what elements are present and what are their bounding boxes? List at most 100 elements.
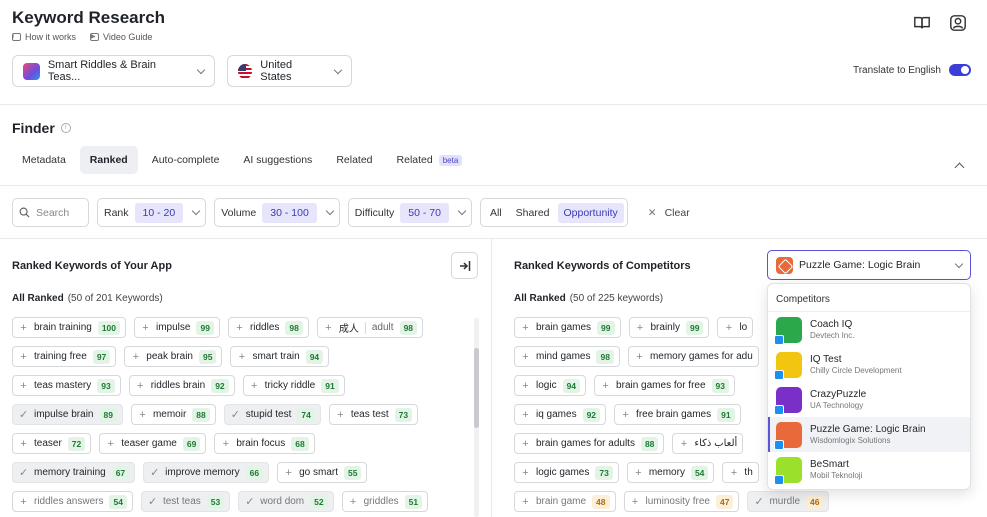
plus-icon: + (337, 408, 344, 421)
plus-icon: + (20, 321, 27, 334)
keyword-chip[interactable]: + luminosity free 47 (623, 491, 740, 512)
plus-icon: + (142, 321, 149, 334)
how-it-works-link[interactable]: i How it works (12, 32, 76, 42)
keyword-row: + logic 94 + brain games for free 93 (514, 375, 736, 396)
keyword-chip[interactable]: + go smart 55 (277, 462, 368, 483)
keyword-chip[interactable]: + mind games 98 (514, 346, 620, 367)
plus-icon: + (132, 350, 139, 363)
score-badge: 88 (640, 436, 659, 451)
keyword-chip[interactable]: + free brain games 91 (614, 404, 741, 425)
tab-related-beta[interactable]: Related beta (387, 146, 473, 174)
competitor-option[interactable]: BeSmart Mobil Teknoloji (768, 452, 970, 487)
keyword-chip[interactable]: + teaser game 69 (99, 433, 207, 454)
keyword-chip[interactable]: + brain games for adults 88 (514, 433, 665, 454)
video-guide-link[interactable]: ▶ Video Guide (90, 32, 152, 42)
keyword-chip[interactable]: + logic games 73 (514, 462, 619, 483)
keyword-chip[interactable]: + teaser 72 (12, 433, 92, 454)
keyword-text: brain focus (236, 438, 286, 449)
score-badge: 100 (97, 320, 120, 335)
keyword-chip[interactable]: ✓ word dom 52 (238, 491, 334, 512)
keyword-chip[interactable]: + th (722, 462, 759, 483)
plus-icon: + (725, 321, 733, 334)
keyword-chip[interactable]: + ألعاب ذكاء (672, 433, 744, 454)
keyword-chip[interactable]: + brainly 99 (628, 317, 710, 338)
competitor-option[interactable]: Coach IQ Devtech Inc. (768, 312, 970, 347)
tab-related[interactable]: Related (326, 146, 382, 174)
keyword-chip[interactable]: + riddles brain 92 (128, 375, 235, 396)
keyword-chip[interactable]: + memory games for adu (627, 346, 759, 367)
keyword-chip[interactable]: ✓ memory training 67 (12, 462, 136, 483)
keyword-chip[interactable]: + memory 54 (626, 462, 715, 483)
app-selector[interactable]: Smart Riddles & Brain Teas... (12, 55, 215, 87)
competitor-option[interactable]: CrazyPuzzle UA Technology (768, 382, 970, 417)
plus-icon: + (285, 466, 292, 479)
us-flag-icon (238, 63, 253, 79)
clear-button[interactable]: ✕ Clear (648, 207, 690, 219)
page-title: Keyword Research (12, 8, 166, 27)
plus-icon: + (636, 350, 643, 363)
keyword-row: + teas mastery 93 + riddles brain 92 + tricky r… (12, 375, 345, 396)
keyword-chip[interactable]: + lo (717, 317, 754, 338)
beta-badge: beta (438, 154, 463, 166)
keyword-chip[interactable]: + riddles 98 (227, 317, 309, 338)
keyword-segment-control: All Shared Opportunity (479, 198, 628, 227)
keyword-chip[interactable]: + brain games 99 (514, 317, 621, 338)
info-icon[interactable]: i (60, 123, 71, 133)
segment-all[interactable]: All (484, 203, 508, 223)
keyword-chip[interactable]: + smart train 94 (230, 346, 330, 367)
keyword-chip[interactable]: + riddles answers 54 (12, 491, 133, 512)
user-icon[interactable] (949, 14, 967, 32)
keyword-chip[interactable]: ✓ improve memory 66 (143, 462, 270, 483)
score-badge: 95 (198, 349, 217, 364)
translate-toggle[interactable] (949, 64, 971, 76)
score-badge: 97 (92, 349, 111, 364)
volume-filter[interactable]: Volume 30 - 100 (214, 198, 340, 227)
keyword-chip[interactable]: ✓ impulse brain 89 (12, 404, 123, 425)
keyword-chip[interactable]: + brain games for free 93 (594, 375, 736, 396)
keyword-chip[interactable]: + iq games 92 (514, 404, 607, 425)
competitor-option[interactable]: Puzzle Game: Logic Brain Wisdomlogix Solu… (768, 417, 970, 452)
expand-panel-button[interactable] (451, 252, 478, 279)
collapse-finder-button[interactable] (954, 162, 965, 174)
tab-ai-suggestions[interactable]: AI suggestions (233, 146, 322, 174)
keyword-chip[interactable]: + brain training 100 (12, 317, 126, 338)
keyword-text: smart train (252, 351, 300, 362)
keyword-chip[interactable]: + brain game 48 (514, 491, 616, 512)
book-icon[interactable] (913, 14, 931, 32)
keyword-chip[interactable]: + brain focus 68 (214, 433, 315, 454)
keyword-chip[interactable]: ✓ stupid test 74 (223, 404, 321, 425)
keyword-text: riddles brain (150, 380, 206, 391)
keyword-chip[interactable]: + 成人 adult 98 (316, 317, 424, 338)
tab-ranked[interactable]: Ranked (79, 146, 138, 174)
keyword-text: test teas (162, 496, 201, 507)
country-selector[interactable]: United States (227, 55, 352, 87)
keyword-chip[interactable]: + teas mastery 93 (12, 375, 121, 396)
keyword-chip[interactable]: ✓ murdle 46 (747, 491, 830, 512)
difficulty-filter[interactable]: Difficulty 50 - 70 (347, 198, 472, 227)
rank-filter[interactable]: Rank 10 - 20 (97, 198, 207, 227)
app-icon (776, 256, 793, 274)
segment-shared[interactable]: Shared (510, 203, 556, 223)
keyword-chip[interactable]: + tricky riddle 91 (242, 375, 345, 396)
keyword-text: mind games (536, 351, 591, 362)
tab-metadata[interactable]: Metadata (12, 146, 76, 174)
keyword-chip[interactable]: + memoir 88 (130, 404, 216, 425)
arrow-right-bar-icon (459, 260, 470, 271)
search-input[interactable]: Search (12, 198, 89, 227)
keyword-row: ✓ impulse brain 89 + memoir 88 ✓ stupid test 74 +… (12, 404, 419, 425)
keyword-chip[interactable]: + teas test 73 (328, 404, 419, 425)
keyword-chip[interactable]: ✓ test teas 53 (140, 491, 231, 512)
tab-auto-complete[interactable]: Auto-complete (142, 146, 230, 174)
keyword-text: brainly (650, 322, 680, 333)
keyword-chip[interactable]: + impulse 99 (134, 317, 220, 338)
competitor-option[interactable]: IQ Test Chilly Circle Development (768, 347, 970, 382)
keyword-chip[interactable]: + griddles 51 (341, 491, 429, 512)
keyword-chip[interactable]: + training free 97 (12, 346, 117, 367)
header-links: i How it works ▶ Video Guide (12, 32, 152, 42)
app-icon (774, 421, 802, 450)
keyword-chip[interactable]: + peak brain 95 (124, 346, 223, 367)
segment-opportunity[interactable]: Opportunity (557, 202, 624, 223)
keyword-chip[interactable]: + logic 94 (514, 375, 587, 396)
scrollbar[interactable] (474, 318, 479, 517)
competitor-selector[interactable]: Puzzle Game: Logic Brain (767, 250, 971, 280)
